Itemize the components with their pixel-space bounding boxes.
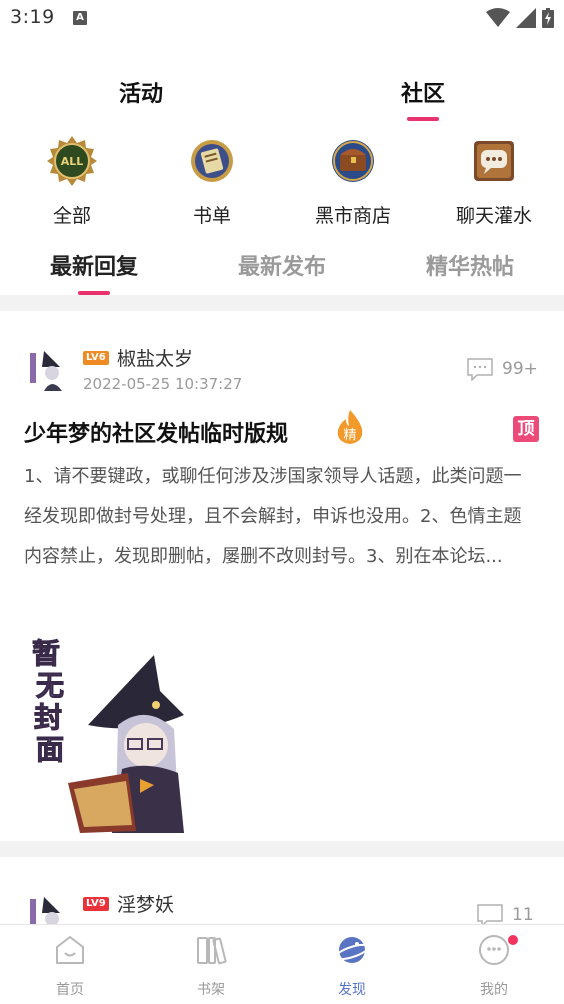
pinned-badge: 顶 <box>513 416 539 442</box>
section-divider <box>0 841 564 857</box>
username[interactable]: 椒盐太岁 <box>117 344 193 371</box>
avatar[interactable] <box>24 345 72 393</box>
post-card[interactable]: LV9 淫梦妖 11 <box>0 857 564 924</box>
post-excerpt: 1、请不要键政，或聊任何涉及涉国家领导人话题，此类问题一经发现即做封号处理，且不… <box>24 466 522 567</box>
post-cover-image[interactable]: 暂 无 封 面 <box>28 633 188 833</box>
tab-community[interactable]: 社区 <box>373 76 473 108</box>
category-label: 书单 <box>192 205 231 227</box>
comment-count: 99+ <box>502 359 538 379</box>
signal-icon <box>516 8 536 28</box>
battery-charging-icon <box>542 8 554 28</box>
nav-label: 书架 <box>197 982 225 998</box>
nav-bookshelf[interactable]: 书架 <box>171 933 251 999</box>
bookshelf-icon <box>197 937 227 965</box>
chat-bubble-icon <box>474 141 514 181</box>
category-black-market[interactable]: 黑市商店 <box>298 135 408 228</box>
bottom-nav: 首页 书架 发现 我的 <box>0 924 564 1004</box>
nav-label: 发现 <box>338 982 366 998</box>
post-title[interactable]: 少年梦的社区发帖临时版规 <box>24 416 288 448</box>
profile-face-icon <box>479 935 509 965</box>
all-icon-text: ALL <box>61 155 84 168</box>
category-label: 全部 <box>52 205 91 227</box>
sub-tab-bar: 最新回复 最新发布 精华热帖 <box>0 245 564 295</box>
cover-char: 暂 <box>32 637 60 670</box>
status-icons <box>486 8 554 28</box>
tab-activity[interactable]: 活动 <box>91 76 191 108</box>
status-bar: 3:19 A <box>0 0 564 40</box>
category-chat[interactable]: 聊天灌水 <box>439 135 549 228</box>
tab-featured[interactable]: 精华热帖 <box>410 249 530 281</box>
wifi-icon <box>486 8 510 27</box>
category-booklist[interactable]: 书单 <box>157 135 267 228</box>
category-all[interactable]: ALL 全部 <box>17 135 127 228</box>
notification-dot <box>508 935 518 945</box>
nav-home[interactable]: 首页 <box>30 933 110 999</box>
username[interactable]: 淫梦妖 <box>117 890 174 917</box>
post-card[interactable]: LV6 椒盐太岁 2022-05-25 10:37:27 99+ 少年梦的社区发… <box>0 311 564 841</box>
all-icon: ALL <box>47 136 97 186</box>
section-divider <box>0 295 564 311</box>
essence-badge-text: 精 <box>343 428 356 443</box>
nav-profile[interactable]: 我的 <box>454 933 534 999</box>
level-badge: LV6 <box>83 351 109 365</box>
category-label: 黑市商店 <box>314 205 391 227</box>
home-icon <box>56 936 84 964</box>
top-tab-bar: 活动 社区 <box>0 70 564 122</box>
status-time: 3:19 <box>10 6 55 28</box>
essence-fire-icon: 精 <box>337 410 363 444</box>
comment-icon <box>477 904 503 924</box>
tab-latest-post[interactable]: 最新发布 <box>222 249 342 281</box>
planet-icon <box>335 937 369 963</box>
category-label: 聊天灌水 <box>455 205 532 227</box>
tab-latest-reply[interactable]: 最新回复 <box>34 249 154 281</box>
cover-char: 无 <box>36 669 64 702</box>
post-date: 2022-05-25 10:37:27 <box>83 375 243 393</box>
top-tab-indicator <box>407 117 439 121</box>
cover-char: 面 <box>36 733 64 766</box>
notification-a-icon: A <box>73 11 87 25</box>
avatar[interactable] <box>24 891 72 924</box>
nav-discover[interactable]: 发现 <box>312 933 392 999</box>
comment-count: 11 <box>512 905 534 924</box>
level-badge: LV9 <box>83 897 109 911</box>
cover-char: 封 <box>34 701 62 734</box>
nav-label: 首页 <box>56 982 84 998</box>
comment-icon <box>467 358 493 381</box>
nav-label: 我的 <box>480 982 508 998</box>
booklist-icon <box>191 140 233 182</box>
category-row: ALL 全部 书单 黑市商店 聊天灌水 <box>0 135 564 230</box>
treasure-chest-icon <box>332 140 374 182</box>
